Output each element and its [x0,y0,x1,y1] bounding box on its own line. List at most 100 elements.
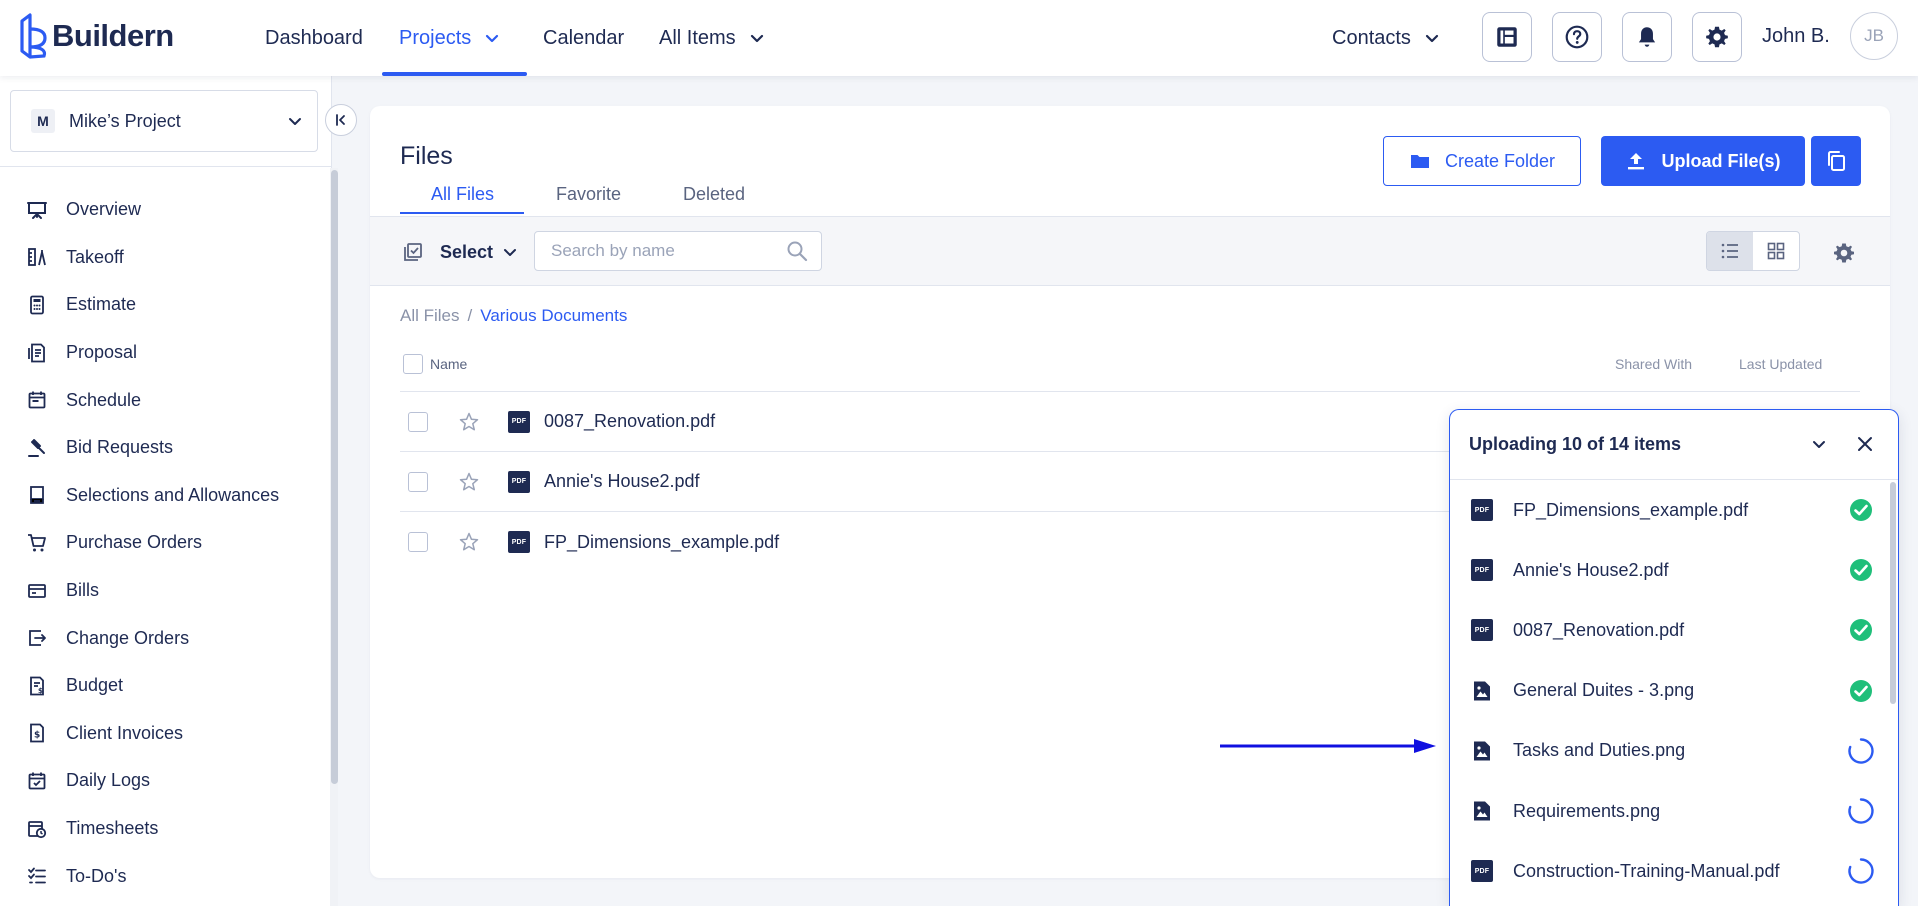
star-icon[interactable] [458,411,480,433]
chevron-down-icon[interactable] [1810,435,1828,453]
sidebar-item-bills[interactable]: Bills [0,567,320,615]
sidebar-item-takeoff[interactable]: Takeoff [0,234,320,282]
chevron-down-icon [504,249,517,256]
copy-button[interactable] [1811,136,1861,186]
star-icon[interactable] [458,471,480,493]
breadcrumb-current[interactable]: Various Documents [480,306,627,326]
loading-spinner-icon [1848,798,1874,824]
change-orders-icon [29,630,46,647]
files-table-header: Name Shared With Last Updated [400,346,1860,392]
gavel-icon [28,438,45,457]
upload-item: PDF Construction-Training-Manual.pdf [1450,841,1888,901]
column-name[interactable]: Name [430,356,467,372]
sidebar-item-label: Overview [66,199,142,220]
notifications-button[interactable] [1622,12,1672,62]
project-selector[interactable]: M Mike’s Project [10,90,318,152]
nav-all-items[interactable]: All Items [659,0,764,76]
sidebar-item-timesheets[interactable]: Timesheets [0,805,320,853]
buildern-logo[interactable]: Buildern [18,10,174,62]
check-circle-icon [1850,499,1872,521]
image-file-icon [1474,741,1490,761]
sidebar-item-label: Schedule [66,389,142,410]
sidebar-item-label: Bid Requests [66,437,174,458]
grid-view-icon [1767,242,1785,260]
sidebar-item-schedule[interactable]: Schedule [0,376,320,424]
close-icon[interactable] [1855,434,1875,454]
gear-icon[interactable] [1832,241,1856,265]
check-circle-icon [1850,679,1872,702]
select-all-checkbox[interactable] [403,354,423,374]
sidebar-item-todos[interactable]: To-Do's [0,852,320,900]
loading-spinner-icon [1848,738,1874,764]
file-name[interactable]: Annie's House2.pdf [544,471,700,492]
nav-dashboard-label: Dashboard [265,26,363,49]
sidebar-item-daily-logs[interactable]: Daily Logs [0,757,320,805]
column-last-updated[interactable]: Last Updated [1739,356,1822,372]
breadcrumb-root[interactable]: All Files [400,306,460,326]
settings-button[interactable] [1692,12,1742,62]
column-shared-with[interactable]: Shared With [1615,356,1692,372]
pdf-file-icon: PDF [1471,619,1493,642]
sidebar-item-budget[interactable]: $ Budget [0,662,320,710]
proposal-icon [28,343,45,362]
upload-files-button[interactable]: Upload File(s) [1601,136,1805,186]
sidebar-item-label: Purchase Orders [66,532,203,553]
create-folder-button[interactable]: Create Folder [1383,136,1581,186]
file-name[interactable]: FP_Dimensions_example.pdf [544,532,779,553]
star-icon[interactable] [458,531,480,553]
pdf-file-icon: PDF [508,410,530,433]
row-checkbox[interactable] [408,532,428,552]
brand-name: Buildern [52,18,174,53]
sidebar-item-change-orders[interactable]: Change Orders [0,614,320,662]
folder-icon [1410,155,1429,168]
sidebar-item-selections[interactable]: Selections and Allowances [0,472,320,520]
grid-view-button[interactable] [1753,232,1799,270]
loading-spinner-icon [1848,858,1874,884]
upload-file-name: General Duites - 3.png [1513,680,1695,701]
user-name[interactable]: John B. [1762,0,1830,72]
sidebar-scrollbar[interactable] [331,170,338,784]
daily-log-icon [28,772,46,790]
upload-panel-title: Uploading 10 of 14 items [1469,434,1682,454]
sidebar-item-bid-requests[interactable]: Bid Requests [0,424,320,472]
chevron-down-icon [1425,34,1439,43]
bills-icon [28,583,46,598]
multi-select-icon [404,243,422,261]
upload-item: PDF Annie's House2.pdf [1450,540,1888,600]
tab-favorite[interactable]: Favorite [556,184,621,205]
tab-all-files[interactable]: All Files [431,184,494,205]
sidebar-item-proposal[interactable]: Proposal [0,329,320,377]
search-icon[interactable] [785,239,809,263]
list-view-button[interactable] [1707,232,1753,270]
project-initial-badge: M [31,109,55,133]
sidebar-item-label: Selections and Allowances [66,484,280,505]
layout-button[interactable] [1482,12,1532,62]
nav-contacts[interactable]: Contacts [1332,0,1439,76]
nav-dashboard[interactable]: Dashboard [265,0,363,76]
upload-file-name: Tasks and Duties.png [1513,740,1686,761]
search-input[interactable] [551,241,785,261]
sidebar-item-purchase-orders[interactable]: Purchase Orders [0,519,320,567]
file-name[interactable]: 0087_Renovation.pdf [544,411,715,432]
upload-file-name: FP_Dimensions_example.pdf [1513,499,1749,520]
nav-calendar[interactable]: Calendar [543,0,624,76]
tab-deleted[interactable]: Deleted [683,184,745,205]
upload-panel-scrollbar[interactable] [1890,482,1896,704]
nav-projects[interactable]: Projects [399,0,499,76]
sidebar-item-overview[interactable]: Overview [0,186,320,234]
collapse-sidebar-button[interactable] [325,104,357,136]
row-checkbox[interactable] [408,471,428,492]
upload-file-name: Requirements.png [1513,800,1661,821]
sidebar-item-client-invoices[interactable]: $ Client Invoices [0,710,320,758]
help-button[interactable] [1552,12,1602,62]
row-checkbox[interactable] [408,411,428,432]
layout-icon [1497,27,1517,47]
sidebar-item-label: Change Orders [66,627,190,648]
nav-projects-label: Projects [399,26,472,49]
sidebar-item-label: Takeoff [66,246,124,267]
avatar[interactable]: JB [1850,12,1898,60]
select-dropdown[interactable]: Select [402,217,517,287]
active-tab-indicator [400,212,524,214]
sidebar-item-estimate[interactable]: Estimate [0,281,320,329]
sidebar-item-label: To-Do's [66,865,127,886]
